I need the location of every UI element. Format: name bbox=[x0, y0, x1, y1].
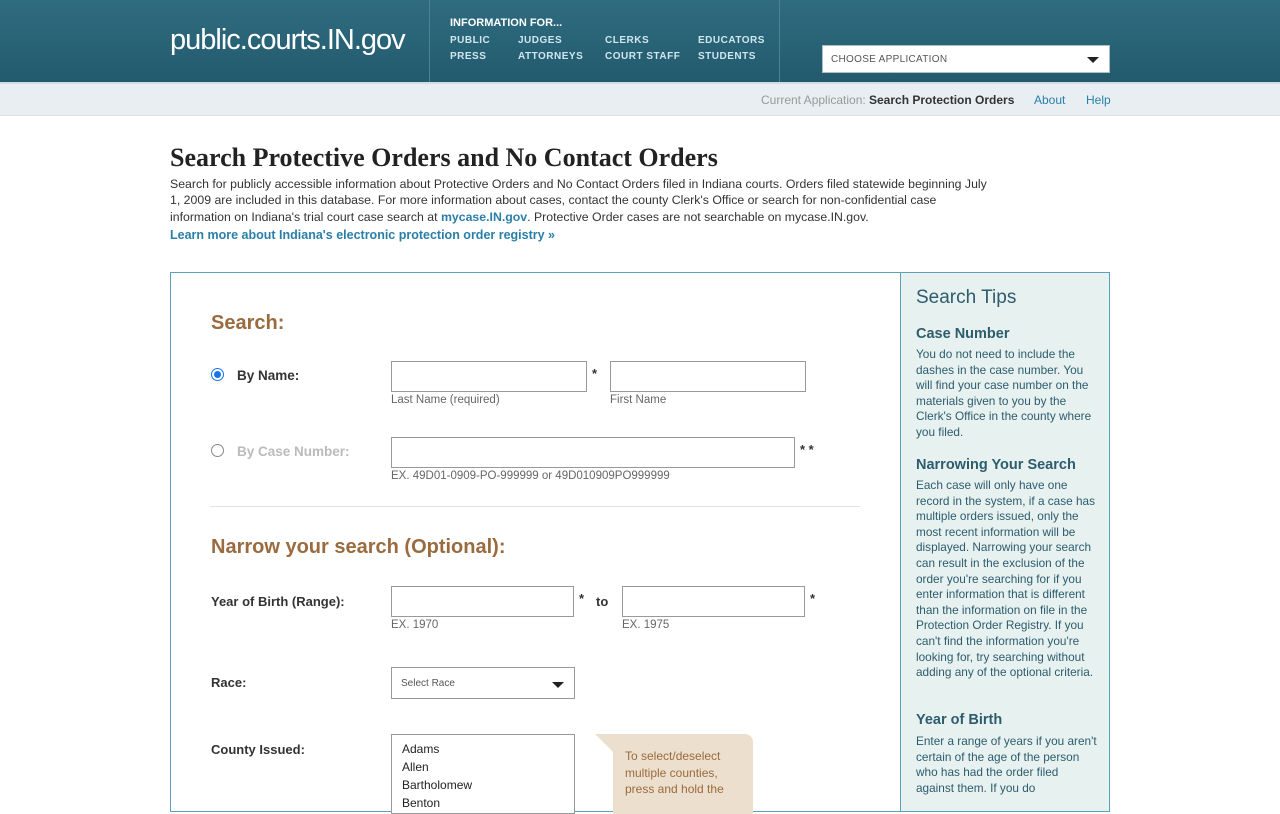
nav-link-judges[interactable]: JUDGES bbox=[518, 35, 562, 46]
intro-text-after: . Protective Order cases are not searcha… bbox=[527, 209, 869, 224]
year-to-marker: * bbox=[810, 591, 816, 606]
intro-paragraph: Search for publicly accessible informati… bbox=[170, 176, 1000, 225]
by-name-radio[interactable] bbox=[211, 368, 224, 381]
information-for-title: INFORMATION FOR... bbox=[450, 17, 563, 29]
section-divider bbox=[210, 506, 860, 507]
year-to-hint: EX. 1975 bbox=[622, 619, 670, 631]
race-label: Race: bbox=[211, 675, 247, 690]
county-help-callout: To select/deselect multiple counties, pr… bbox=[595, 734, 753, 814]
application-bar: Current Application: Search Protection O… bbox=[0, 82, 1280, 116]
county-option[interactable]: Benton bbox=[392, 794, 574, 812]
last-name-hint: Last Name (required) bbox=[391, 394, 500, 406]
year-of-birth-from-input[interactable] bbox=[391, 586, 574, 617]
site-header: public.courts.IN.gov INFORMATION FOR... … bbox=[0, 0, 1280, 82]
tip-narrow-heading: Narrowing Your Search bbox=[916, 457, 1076, 473]
county-listbox[interactable]: Adams Allen Bartholomew Benton bbox=[391, 734, 575, 814]
search-heading: Search: bbox=[211, 312, 285, 334]
by-case-number-radio[interactable] bbox=[211, 444, 224, 457]
race-select-value: Select Race bbox=[401, 678, 455, 689]
help-link[interactable]: Help bbox=[1086, 93, 1111, 107]
tip-year-text: Enter a range of years if you aren't cer… bbox=[916, 734, 1097, 795]
required-marker: * bbox=[592, 366, 598, 381]
county-option[interactable]: Allen bbox=[392, 758, 574, 776]
year-of-birth-to-input[interactable] bbox=[622, 586, 805, 617]
nav-link-educators[interactable]: EDUCATORS bbox=[698, 35, 765, 46]
choose-application-select[interactable]: CHOOSE APPLICATION bbox=[822, 45, 1110, 73]
search-tips-title: Search Tips bbox=[916, 287, 1017, 308]
nav-link-press[interactable]: PRESS bbox=[450, 51, 486, 62]
year-of-birth-label: Year of Birth (Range): bbox=[211, 594, 345, 609]
about-link[interactable]: About bbox=[1034, 93, 1065, 107]
year-from-hint: EX. 1970 bbox=[391, 619, 439, 631]
nav-link-public[interactable]: PUBLIC bbox=[450, 35, 490, 46]
tip-case-number-text: You do not need to include the dashes in… bbox=[916, 347, 1092, 439]
mycase-link[interactable]: mycase.IN.gov bbox=[441, 210, 527, 224]
case-number-input[interactable] bbox=[391, 437, 795, 468]
current-application-value: Search Protection Orders bbox=[869, 93, 1015, 107]
nav-link-students[interactable]: STUDENTS bbox=[698, 51, 756, 62]
narrow-search-heading: Narrow your search (Optional): bbox=[211, 536, 506, 558]
year-range-to-label: to bbox=[596, 594, 609, 609]
choose-application-label: CHOOSE APPLICATION bbox=[831, 54, 948, 65]
case-number-hint: EX. 49D01-0909-PO-999999 or 49D010909PO9… bbox=[391, 470, 670, 482]
tip-case-number-heading: Case Number bbox=[916, 326, 1010, 342]
race-select[interactable]: Select Race bbox=[391, 667, 575, 699]
first-name-input[interactable] bbox=[610, 361, 806, 392]
county-option[interactable]: Adams bbox=[392, 740, 574, 758]
county-issued-label: County Issued: bbox=[211, 742, 305, 757]
tip-narrow-text: Each case will only have one record in t… bbox=[916, 478, 1095, 680]
chevron-down-icon bbox=[1087, 57, 1099, 63]
nav-link-clerks[interactable]: CLERKS bbox=[605, 35, 649, 46]
learn-more-link[interactable]: Learn more about Indiana's electronic pr… bbox=[170, 228, 555, 242]
page-title: Search Protective Orders and No Contact … bbox=[170, 143, 718, 172]
site-logo[interactable]: public.courts.IN.gov bbox=[170, 24, 406, 57]
last-name-input[interactable] bbox=[391, 361, 587, 392]
nav-link-court-staff[interactable]: COURT STAFF bbox=[605, 51, 680, 62]
county-help-text: To select/deselect multiple counties, pr… bbox=[625, 749, 724, 796]
information-for-menu: INFORMATION FOR... PUBLIC JUDGES CLERKS … bbox=[429, 0, 780, 82]
nav-link-attorneys[interactable]: ATTORNEYS bbox=[518, 51, 583, 62]
by-case-number-label: By Case Number: bbox=[237, 444, 350, 459]
first-name-hint: First Name bbox=[610, 394, 667, 406]
current-application-label: Current Application: bbox=[761, 93, 866, 107]
case-number-marker: * * bbox=[800, 442, 814, 457]
chevron-down-icon bbox=[552, 682, 564, 688]
by-name-label: By Name: bbox=[237, 368, 300, 383]
county-option[interactable]: Bartholomew bbox=[392, 776, 574, 794]
year-from-marker: * bbox=[579, 591, 585, 606]
tip-year-heading: Year of Birth bbox=[916, 712, 1003, 728]
